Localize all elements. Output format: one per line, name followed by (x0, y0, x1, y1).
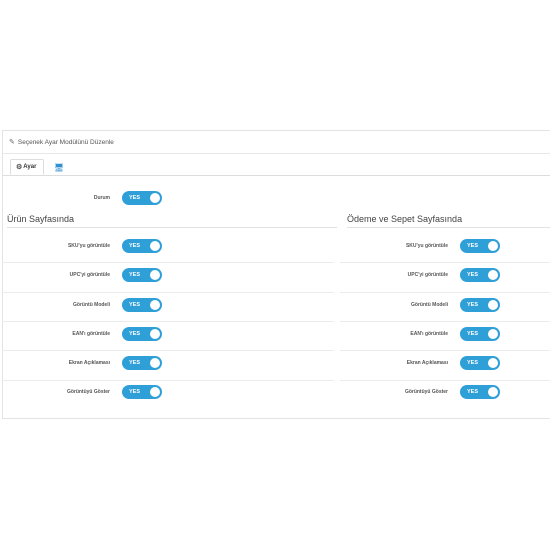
right-setting-toggle[interactable]: YES (460, 327, 500, 341)
toggle-knob (488, 300, 498, 310)
right-setting-label: EAN'ı görüntüle (410, 331, 448, 337)
toggle-text: YES (467, 302, 479, 308)
left-setting-toggle[interactable]: YES (122, 239, 162, 253)
toggle-knob (150, 241, 160, 251)
toggle-text: YES (467, 360, 479, 366)
left-setting-label: EAN'ı görüntüle (72, 331, 110, 337)
left-setting-label: SKU'yu görüntüle (67, 243, 110, 249)
panel-title: Seçenek Ayar Modülünü Düzenle (17, 138, 114, 146)
toggle-text: YES (467, 243, 479, 249)
toggle-knob (488, 329, 498, 339)
toggle-knob (150, 387, 160, 397)
row-divider (340, 321, 550, 322)
left-setting-toggle[interactable]: YES (122, 268, 162, 282)
toggle-text: YES (129, 360, 141, 366)
right-setting-label: UPC'yi görüntüle (407, 272, 448, 278)
row-divider (340, 292, 550, 293)
toggle-text: YES (129, 331, 141, 337)
toggle-text: YES (129, 272, 141, 278)
row-divider (340, 350, 550, 351)
right-section-line (347, 227, 550, 228)
left-setting-label: UPC'yi görüntüle (69, 272, 110, 278)
toggle-knob (150, 329, 160, 339)
monitor-icon: 🖥 (54, 162, 65, 172)
right-setting-toggle[interactable]: YES (460, 268, 500, 282)
left-setting-label: Görüntüyü Göster (66, 389, 110, 395)
left-setting-toggle[interactable]: YES (122, 385, 162, 399)
right-setting-toggle[interactable]: YES (460, 356, 500, 370)
toggle-knob (488, 241, 498, 251)
row-divider (340, 262, 550, 263)
row-divider (2, 262, 334, 263)
left-setting-toggle[interactable]: YES (122, 327, 162, 341)
toggle-text: YES (467, 272, 479, 278)
right-setting-label: Görüntüyü Göster (404, 389, 448, 395)
tab-ayar[interactable]: ⚙ Ayar (10, 159, 44, 175)
toggle-text: YES (467, 331, 479, 337)
gear-icon: ⚙ (16, 164, 23, 171)
row-divider (2, 350, 334, 351)
left-setting-label: Ekran Açıklaması (68, 360, 110, 366)
toggle-knob (150, 193, 160, 203)
pencil-icon: ✎ (9, 139, 15, 146)
panel-heading: ✎ Seçenek Ayar Modülünü Düzenle (3, 131, 550, 154)
left-section-line (7, 227, 337, 228)
left-setting-toggle[interactable]: YES (122, 298, 162, 312)
toggle-text: YES (129, 302, 141, 308)
toggle-knob (488, 358, 498, 368)
toggle-text: YES (467, 389, 479, 395)
toggle-knob (150, 358, 160, 368)
toggle-text: YES (129, 243, 141, 249)
durum-toggle-text: YES (129, 195, 141, 201)
tab-ayar-label: Ayar (23, 164, 37, 170)
durum-label: Durum (93, 195, 110, 201)
row-divider (2, 321, 334, 322)
right-setting-label: Görüntü Modeli (411, 302, 448, 308)
toggle-knob (150, 300, 160, 310)
toggle-text: YES (129, 389, 141, 395)
right-setting-toggle[interactable]: YES (460, 385, 500, 399)
toggle-knob (150, 270, 160, 280)
row-divider (2, 292, 334, 293)
toggle-knob (488, 270, 498, 280)
right-setting-label: Ekran Açıklaması (406, 360, 448, 366)
right-setting-toggle[interactable]: YES (460, 239, 500, 253)
left-setting-label: Görüntü Modeli (73, 302, 110, 308)
row-divider (2, 380, 334, 381)
toggle-knob (488, 387, 498, 397)
right-setting-label: SKU'yu görüntüle (405, 243, 448, 249)
tab-secondary[interactable]: 🖥 (49, 159, 69, 175)
durum-toggle[interactable]: YES (122, 191, 162, 205)
left-setting-toggle[interactable]: YES (122, 356, 162, 370)
right-section-title: Ödeme ve Sepet Sayfasında (347, 214, 463, 224)
tab-bar: ⚙ Ayar 🖥 (3, 156, 550, 176)
row-divider (340, 380, 550, 381)
right-setting-toggle[interactable]: YES (460, 298, 500, 312)
left-section-title: Ürün Sayfasında (7, 214, 75, 224)
